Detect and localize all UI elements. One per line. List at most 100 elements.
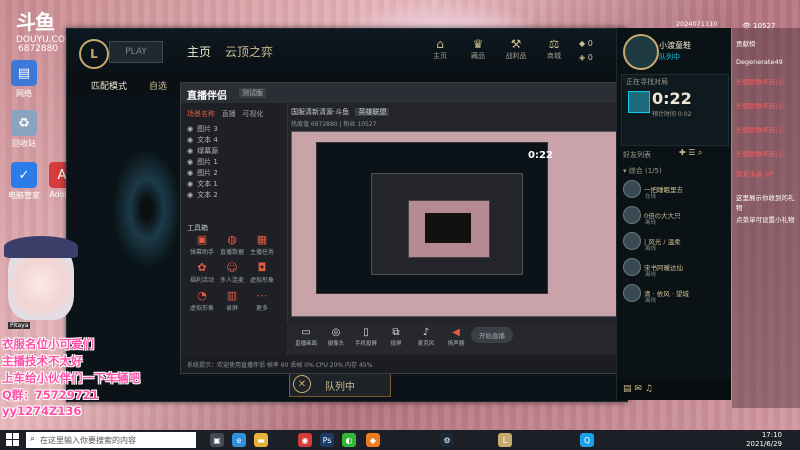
scene-item[interactable]: ◉ 图片 3 <box>187 123 281 134</box>
edge-icon[interactable]: e <box>232 433 246 447</box>
eye-icon[interactable]: ◉ <box>187 191 193 199</box>
photoshop-icon[interactable]: Ps <box>320 433 334 447</box>
folder-icon[interactable]: ▬ <box>254 433 268 447</box>
top-nav-collection[interactable]: ♛ 藏品 <box>461 37 495 61</box>
tool-label: 虚拟形象 <box>189 305 214 312</box>
desktop-icon-recycle[interactable]: ♻ 回收站 <box>4 110 44 149</box>
scene-item[interactable]: ◉ 文本 2 <box>187 189 281 200</box>
source-label: 直播画面 <box>294 341 317 347</box>
chat-line: 这里展示你收到的礼物 <box>736 194 795 212</box>
start-live-button[interactable]: 开始直播 <box>471 327 513 343</box>
scene-label: 图片 3 <box>197 124 218 133</box>
lobby-background-art <box>107 139 187 279</box>
top-nav-home[interactable]: ⌂ 主页 <box>423 37 457 61</box>
finding-match-card: 正在寻找对局 0:22 预计时间 0:02 <box>621 74 729 146</box>
lol-icon[interactable]: L <box>498 433 512 447</box>
taskbar-clock[interactable]: 17:10 2021/6/29 <box>738 431 782 449</box>
record-icon: ▥ <box>226 289 238 302</box>
summoner-status: 队列中 <box>659 53 680 61</box>
overlay-caption: 主播技术不太好 <box>2 354 83 368</box>
eye-icon[interactable]: ◉ <box>187 169 193 177</box>
top-nav-store[interactable]: ⚖ 商城 <box>537 37 571 61</box>
desktop-icon-label: 回收站 <box>12 139 36 148</box>
source-label: 手机投屏 <box>354 341 377 347</box>
room-tag[interactable]: 英雄联盟 <box>355 108 390 116</box>
source-phone-cast[interactable]: ▯ 手机投屏 <box>351 327 381 347</box>
steam-icon[interactable]: ⚙ <box>440 433 454 447</box>
desktop-icon-network[interactable]: ▤ 网络 <box>4 60 44 99</box>
top-nav-loot[interactable]: ⚒ 战利品 <box>499 37 533 61</box>
friend-item[interactable]: | 风光 / 温柔 离线 <box>623 230 727 254</box>
tool-virtual[interactable]: ◔ 虚拟形象 <box>187 289 217 317</box>
wechat-icon[interactable]: ◐ <box>342 433 356 447</box>
scene-item[interactable]: ◉ 文本 1 <box>187 178 281 189</box>
summoner-avatar[interactable] <box>623 34 659 70</box>
cancel-queue-icon[interactable]: ✕ <box>293 375 311 393</box>
task-view-icon[interactable]: ▣ <box>210 433 224 447</box>
friend-item[interactable]: 宋书阿暖达仙 离线 <box>623 256 727 280</box>
mic-icon: ♪ <box>422 327 430 338</box>
source-cast[interactable]: ⧉ 投屏 <box>381 327 411 347</box>
eye-icon[interactable]: ◉ <box>187 136 193 144</box>
finding-match-title: 正在寻找对局 <box>626 78 668 86</box>
friend-item[interactable]: 清 · 依风 · 望城 离线 <box>623 282 727 306</box>
scene-item[interactable]: ◉ 文本 4 <box>187 134 281 145</box>
scene-item[interactable]: ◉ 图片 2 <box>187 167 281 178</box>
lol-logo[interactable]: L <box>79 39 109 69</box>
douyu-icon[interactable]: ◆ <box>366 433 380 447</box>
recycle-bin-icon: ♻ <box>11 110 37 136</box>
netease-icon[interactable]: ◉ <box>298 433 312 447</box>
qq-icon[interactable]: Q <box>580 433 594 447</box>
streamer-app-badge: 测试版 <box>239 88 266 98</box>
scene-item[interactable]: ◉ 绿幕源 <box>187 145 281 156</box>
source-camera[interactable]: ◎ 摄像头 <box>321 327 351 347</box>
friend-item[interactable]: 0倍の大大只 离线 <box>623 204 727 228</box>
game-mode-sub: 自选 <box>149 82 168 92</box>
tool-label: 录屏 <box>225 305 238 312</box>
taskbar-search-input[interactable]: 在这里输入你要搜索的内容 <box>26 432 196 448</box>
source-speaker[interactable]: ◀ 扬声器 <box>441 327 471 347</box>
status-bar: 系统提示：欢迎使用直播伴侣 帧率 60 丢帧 0% CPU 20% 内存 45% <box>181 355 621 373</box>
friend-item[interactable]: 一把睡眠里去 在线 <box>623 178 727 202</box>
add-friend-icon[interactable]: ✚ ☰ ⌕ <box>679 148 702 158</box>
tab-live[interactable]: 直播 <box>222 110 236 118</box>
danmu-chat-panel: 贡献榜 Degenerate49 长腿歌歌来玩儿! 长腿歌歌来玩儿! 长腿歌歌来… <box>732 28 800 408</box>
play-button[interactable]: PLAY <box>109 41 163 63</box>
tool-data[interactable]: ◍ 直播数据 <box>217 233 247 261</box>
chat-icon[interactable]: ▤ ✉ ♫ <box>623 384 653 394</box>
eye-icon[interactable]: ◉ <box>187 180 193 188</box>
tab-visual[interactable]: 可视化 <box>242 110 263 118</box>
friend-status: 离线 <box>645 246 657 252</box>
tool-avatar[interactable]: ◘ 虚拟形象 <box>247 261 277 289</box>
chat-line: 长腿歌歌来玩儿! <box>736 150 785 158</box>
source-screen[interactable]: ▭ 直播画面 <box>291 327 321 347</box>
top-nav-label: 战利品 <box>505 52 527 60</box>
eye-icon[interactable]: ◉ <box>187 158 193 166</box>
tool-gift[interactable]: ✿ 福利活动 <box>187 261 217 289</box>
tab-scenes[interactable]: 场景名称 <box>187 110 215 118</box>
scene-item[interactable]: ◉ 图片 1 <box>187 156 281 167</box>
eye-icon[interactable]: ◉ <box>187 125 193 133</box>
tool-task[interactable]: ▦ 主播任务 <box>247 233 277 261</box>
preview-queue-timer: 0:22 <box>528 150 553 161</box>
clock-date: 2021/6/29 <box>746 440 782 448</box>
friends-group[interactable]: ▾ 综合 (1/5) <box>623 166 662 176</box>
scene-label: 绿幕源 <box>197 146 219 155</box>
eye-icon[interactable]: ◉ <box>187 147 193 155</box>
tool-mic-link[interactable]: ☺ 多人连麦 <box>217 261 247 289</box>
scene-label: 文本 1 <box>197 179 218 188</box>
source-mic[interactable]: ♪ 麦克风 <box>411 327 441 347</box>
top-nav-label: 主页 <box>433 52 447 60</box>
tool-record[interactable]: ▥ 录屏 <box>217 289 247 317</box>
tool-more[interactable]: ⋯ 更多 <box>247 289 277 317</box>
preview-nested-app <box>408 200 490 258</box>
nav-tft[interactable]: 云顶之弈 <box>225 43 273 60</box>
desktop-icon-pc-manager[interactable]: ✓ 电脑管家 <box>4 162 44 201</box>
streamer-avatar-hat <box>4 236 78 258</box>
tool-danmu[interactable]: ▣ 弹幕助手 <box>187 233 217 261</box>
room-stats: 热度值 6872880 | 粉丝 10527 <box>291 121 377 128</box>
chat-line: 长腿歌歌来玩儿! <box>736 102 785 110</box>
tool-label: 更多 <box>255 305 268 312</box>
windows-start-icon[interactable] <box>6 433 20 447</box>
nav-home[interactable]: 主页 <box>187 43 211 60</box>
